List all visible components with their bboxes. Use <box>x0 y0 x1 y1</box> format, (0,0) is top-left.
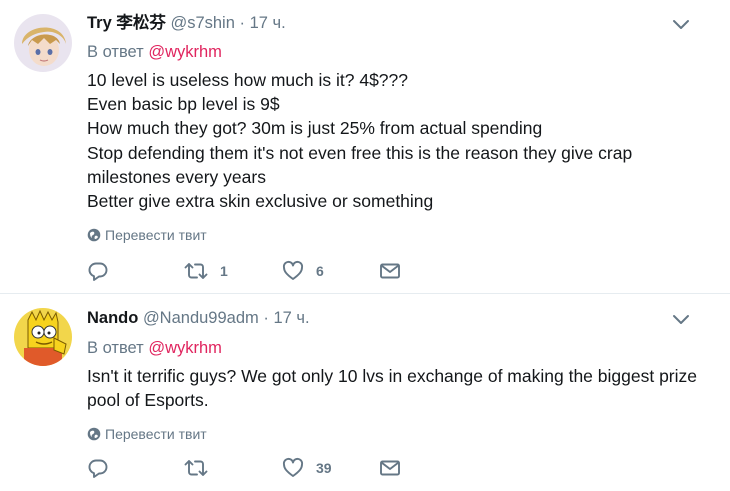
direct-message-button[interactable] <box>379 456 401 480</box>
tweet-text-line: pool of Esports. <box>87 390 209 411</box>
globe-icon <box>87 427 101 441</box>
tweet-text-line: How much they got? 30m is just 25% from … <box>87 118 543 139</box>
avatar[interactable] <box>14 14 72 72</box>
reply-prefix: В ответ <box>87 339 144 357</box>
like-button[interactable]: 6 <box>282 259 324 283</box>
globe-icon <box>87 228 101 242</box>
envelope-icon <box>380 460 400 476</box>
like-count: 6 <box>316 263 324 279</box>
retweet-icon <box>184 263 208 279</box>
user-handle[interactable]: @Nandu99adm <box>143 309 259 327</box>
reply-context: В ответ @wykrhm <box>87 41 222 63</box>
reply-icon <box>88 262 108 281</box>
tweet-text-line: 10 level is useless how much is it? 4$??… <box>87 70 409 90</box>
like-button[interactable]: 39 <box>282 456 332 480</box>
reply-prefix: В ответ <box>87 43 144 61</box>
like-count: 39 <box>316 460 332 476</box>
reply-mention-link[interactable]: @wykrhm <box>148 339 222 357</box>
retweet-button[interactable]: 1 <box>184 259 228 283</box>
retweet-icon <box>184 460 208 476</box>
translate-tweet-link[interactable]: Перевести твит <box>87 226 207 244</box>
separator-dot: · <box>239 14 246 32</box>
avatar[interactable] <box>14 308 72 366</box>
tweet-text-line: Stop defending them it's not even free t… <box>87 142 633 163</box>
separator-dot: · <box>263 309 269 327</box>
tweet[interactable]: Nando @Nandu99adm · 17 ч. В ответ @wykrh… <box>0 293 730 491</box>
timestamp[interactable]: 17 ч. <box>273 309 309 327</box>
retweet-button[interactable] <box>184 456 220 480</box>
reply-context: В ответ @wykrhm <box>87 337 222 359</box>
heart-icon <box>282 260 304 280</box>
tweet-header: Nando @Nandu99adm · 17 ч. <box>87 307 310 329</box>
reply-button[interactable] <box>87 259 109 283</box>
reply-icon <box>88 459 108 478</box>
tweet-text: Isn't it terrific guys? We got only 10 l… <box>87 364 707 412</box>
heart-icon <box>282 457 304 477</box>
display-name[interactable]: Try 李松芬 <box>87 14 166 32</box>
reply-mention-link[interactable]: @wykrhm <box>148 43 222 61</box>
chevron-down-icon[interactable] <box>672 18 690 32</box>
translate-tweet-link[interactable]: Перевести твит <box>87 425 207 443</box>
translate-label: Перевести твит <box>105 227 207 243</box>
tweet[interactable]: Try 李松芬 @s7shin · 17 ч. В ответ @wykrhm … <box>0 0 730 293</box>
user-handle[interactable]: @s7shin <box>170 14 234 32</box>
chevron-down-icon[interactable] <box>672 313 690 327</box>
timestamp[interactable]: 17 ч. <box>250 14 286 32</box>
tweet-text-line: Isn't it terrific guys? We got only 10 l… <box>87 366 697 386</box>
tweet-text-line: milestones every years <box>87 166 266 187</box>
tweet-text-line: Even basic bp level is 9$ <box>87 94 280 115</box>
reply-button[interactable] <box>87 456 109 480</box>
tweet-header: Try 李松芬 @s7shin · 17 ч. <box>87 12 286 34</box>
display-name[interactable]: Nando <box>87 309 138 327</box>
translate-label: Перевести твит <box>105 426 207 442</box>
direct-message-button[interactable] <box>379 259 401 283</box>
tweet-text-line: Better give extra skin exclusive or some… <box>87 191 434 212</box>
retweet-count: 1 <box>220 263 228 279</box>
envelope-icon <box>380 263 400 279</box>
tweet-text: 10 level is useless how much is it? 4$??… <box>87 68 707 213</box>
